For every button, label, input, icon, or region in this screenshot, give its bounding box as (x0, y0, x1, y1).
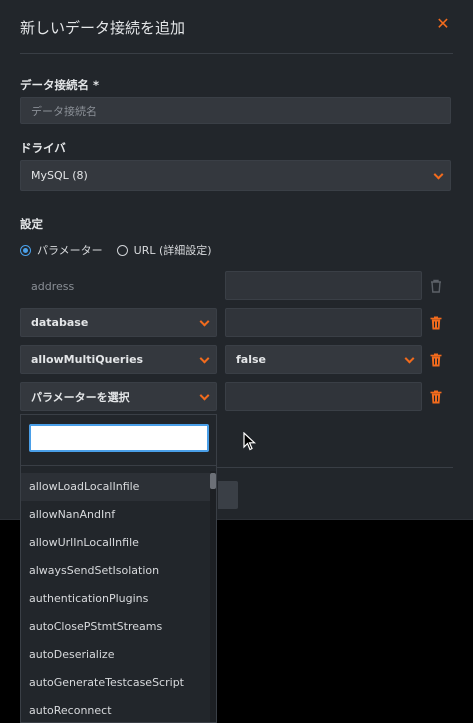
param-value-address[interactable] (225, 271, 422, 300)
list-item[interactable]: authenticationPlugins (21, 585, 211, 613)
parameter-dropdown: allowLoadLocalInfile allowNanAndInf allo… (20, 414, 217, 723)
list-item[interactable]: allowNanAndInf (21, 501, 211, 529)
param-key-database[interactable]: database (20, 308, 217, 337)
parameter-option-list: allowLoadLocalInfile allowNanAndInf allo… (21, 473, 211, 722)
footer-divider (217, 467, 453, 468)
trash-icon[interactable] (430, 390, 442, 404)
chevron-down-icon (199, 353, 210, 364)
driver-select[interactable]: MySQL (8) (20, 160, 451, 191)
param-key-database-label: database (31, 316, 89, 329)
list-item[interactable]: allowUrlInLocalInfile (21, 529, 211, 557)
param-value-allowmultiqueries-label: false (236, 353, 266, 366)
connection-name-label: データ接続名 * (20, 78, 100, 92)
trash-icon[interactable] (430, 353, 442, 367)
dropdown-divider (21, 465, 216, 466)
list-item[interactable]: autoDeserialize (21, 640, 211, 668)
list-item[interactable]: allowLoadLocalInfile (21, 473, 211, 501)
trash-icon (430, 279, 442, 293)
chevron-down-icon (404, 353, 415, 364)
param-key-allowmultiqueries-label: allowMultiQueries (31, 353, 144, 366)
driver-label: ドライバ (20, 141, 66, 155)
chevron-down-icon (199, 390, 210, 401)
radio-url-label[interactable]: URL (詳細設定) (134, 242, 212, 258)
radio-parameters-label[interactable]: パラメーター (37, 242, 103, 258)
param-value-database[interactable] (225, 308, 422, 337)
dropdown-scrollbar-thumb[interactable] (210, 473, 216, 489)
param-value-allowmultiqueries[interactable]: false (225, 345, 422, 374)
param-value-select[interactable] (225, 382, 422, 411)
list-item[interactable]: autoReconnect (21, 696, 211, 722)
trash-icon[interactable] (430, 316, 442, 330)
param-key-address[interactable]: address (20, 272, 217, 300)
dropdown-scrollbar-track[interactable] (210, 471, 216, 722)
mouse-cursor-icon (243, 432, 257, 451)
settings-label: 設定 (20, 217, 43, 231)
driver-select-value: MySQL (8) (31, 169, 88, 182)
parameter-search-input[interactable] (29, 424, 209, 452)
chevron-down-icon (433, 169, 444, 180)
list-item[interactable]: alwaysSendSetIsolation (21, 557, 211, 585)
header-divider (20, 53, 453, 54)
param-key-allowmultiqueries[interactable]: allowMultiQueries (20, 345, 217, 374)
dialog-title: 新しいデータ接続を追加 (20, 19, 186, 37)
list-item[interactable]: autoGenerateTestcaseScript (21, 668, 211, 696)
radio-parameters[interactable] (20, 244, 31, 256)
close-icon[interactable]: ✕ (435, 16, 451, 32)
connection-name-input[interactable]: データ接続名 (20, 97, 451, 124)
chevron-down-icon (199, 316, 210, 327)
param-key-select[interactable]: パラメーターを選択 (20, 382, 217, 411)
radio-url[interactable] (116, 244, 128, 256)
footer-button-partial[interactable] (218, 481, 238, 509)
settings-mode-group: パラメーター URL (詳細設定) (20, 242, 226, 258)
list-item[interactable]: autoClosePStmtStreams (21, 612, 211, 640)
param-key-select-label: パラメーターを選択 (31, 390, 130, 404)
